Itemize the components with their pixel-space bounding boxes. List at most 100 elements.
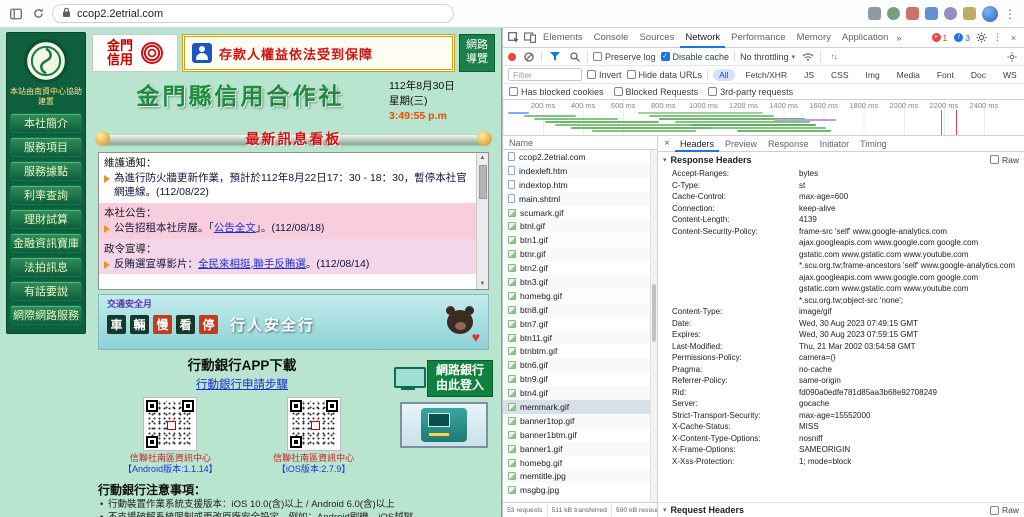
extension-icon-6[interactable] bbox=[963, 7, 976, 20]
extension-icon-2[interactable] bbox=[887, 7, 900, 20]
extension-icon-4[interactable] bbox=[925, 7, 938, 20]
issues-count-badge[interactable]: 3 bbox=[954, 33, 970, 43]
request-row[interactable]: btnbtm.gif bbox=[503, 344, 657, 358]
request-row[interactable]: memtitle.jpg bbox=[503, 469, 657, 484]
resource-type-filter[interactable]: JS bbox=[798, 69, 820, 81]
sidebar-nav-item[interactable]: 金融資訊寶庫 bbox=[10, 233, 82, 253]
network-filter-input[interactable] bbox=[508, 68, 582, 81]
detail-tab[interactable]: Headers bbox=[675, 136, 719, 152]
request-row[interactable]: btnl.gif bbox=[503, 219, 657, 234]
request-row[interactable]: scumark.gif bbox=[503, 206, 657, 220]
devtools-tab[interactable]: Memory bbox=[792, 28, 836, 48]
devtools-tab[interactable]: Console bbox=[589, 28, 634, 48]
news-scrollbar[interactable]: ▲ ▼ bbox=[476, 152, 488, 289]
detail-tab[interactable]: Response bbox=[763, 136, 814, 152]
request-headers-section[interactable]: ▾ Request Headers Raw bbox=[658, 502, 1024, 517]
deposit-protection-banner[interactable]: 存款人權益依法受到保障 bbox=[182, 34, 455, 72]
sidebar-nav-item[interactable]: 法拍訊息 bbox=[10, 257, 82, 277]
network-filter-checkbox[interactable]: Has blocked cookies bbox=[509, 87, 604, 97]
scroll-thumb[interactable] bbox=[478, 164, 487, 199]
resource-type-filter[interactable]: Fetch/XHR bbox=[740, 69, 794, 81]
raw-request-toggle[interactable]: Raw bbox=[989, 505, 1019, 515]
network-filter-checkbox[interactable]: 3rd-party requests bbox=[708, 87, 793, 97]
filter-funnel-icon[interactable] bbox=[547, 50, 562, 64]
search-icon[interactable] bbox=[567, 50, 582, 64]
more-tabs-icon[interactable]: » bbox=[894, 33, 903, 43]
device-toolbar-icon[interactable] bbox=[522, 31, 537, 45]
request-row[interactable]: btn2.gif bbox=[503, 261, 657, 275]
import-export-har-icon[interactable]: ↑↓ bbox=[826, 50, 841, 64]
raw-response-toggle[interactable]: Raw bbox=[989, 155, 1019, 165]
sidebar-nav-item[interactable]: 有話要說 bbox=[10, 281, 82, 301]
detail-tab[interactable]: Preview bbox=[720, 136, 762, 152]
request-row[interactable]: msgbg.jpg bbox=[503, 483, 657, 497]
invert-checkbox[interactable]: Invert bbox=[587, 70, 622, 80]
error-count-badge[interactable]: 1 bbox=[931, 33, 947, 43]
request-row[interactable]: btn1.gif bbox=[503, 233, 657, 247]
sidebar-nav-item[interactable]: 理財試算 bbox=[10, 209, 82, 229]
resource-type-filter[interactable]: All bbox=[713, 68, 735, 81]
devtools-tab[interactable]: Application bbox=[837, 28, 893, 48]
devtools-tab[interactable]: Network bbox=[680, 28, 725, 48]
request-row[interactable]: indextop.htm bbox=[503, 178, 657, 192]
sidebar-nav-item[interactable]: 服務項目 bbox=[10, 137, 82, 157]
resource-type-filter[interactable]: Media bbox=[891, 69, 926, 81]
news-link[interactable]: 公告全文 bbox=[214, 222, 256, 234]
request-row[interactable]: ccop2.2etrial.com bbox=[503, 150, 657, 164]
record-button[interactable] bbox=[508, 52, 516, 61]
request-row[interactable]: btn3.gif bbox=[503, 275, 657, 289]
devtools-tab[interactable]: Performance bbox=[726, 28, 790, 48]
settings-gear-icon[interactable] bbox=[974, 31, 989, 45]
extension-icon-1[interactable] bbox=[868, 7, 881, 20]
detail-tab[interactable]: Initiator bbox=[815, 136, 855, 152]
request-row[interactable]: btn4.gif bbox=[503, 386, 657, 401]
disable-cache-checkbox[interactable]: Disable cache bbox=[660, 52, 729, 62]
news-link[interactable]: 全民來相挺,聯手反賄選 bbox=[198, 258, 306, 270]
sidebar-nav-item[interactable]: 網際網路服務 bbox=[10, 305, 82, 325]
resource-type-filter[interactable]: Img bbox=[860, 69, 886, 81]
request-row[interactable]: btnr.gif bbox=[503, 247, 657, 262]
preserve-log-checkbox[interactable]: Preserve log bbox=[593, 52, 656, 62]
clear-icon[interactable] bbox=[521, 50, 536, 64]
site-logo[interactable] bbox=[23, 38, 69, 84]
network-settings-gear-icon[interactable] bbox=[1004, 50, 1019, 64]
sidebar-nav-item[interactable]: 服務據點 bbox=[10, 161, 82, 181]
resource-type-filter[interactable]: Font bbox=[931, 69, 960, 81]
request-row[interactable]: btn9.gif bbox=[503, 372, 657, 386]
sidebar-nav-item[interactable]: 利率查詢 bbox=[10, 185, 82, 205]
request-row[interactable]: memmark.gif bbox=[503, 400, 657, 414]
request-row[interactable]: banner1btm.gif bbox=[503, 428, 657, 442]
request-row[interactable]: btn8.gif bbox=[503, 302, 657, 317]
request-row[interactable]: btn11.gif bbox=[503, 330, 657, 345]
address-bar[interactable]: ccop2.2etrial.com bbox=[52, 4, 454, 23]
resource-type-filter[interactable]: WS bbox=[997, 69, 1023, 81]
site-map-button[interactable]: 網路導覽 bbox=[459, 34, 495, 72]
ebank-login-button[interactable]: 網路銀行 由此登入 bbox=[393, 359, 493, 397]
name-column-header[interactable]: Name bbox=[503, 136, 657, 150]
request-row[interactable]: homebg.gif bbox=[503, 456, 657, 470]
detail-tab[interactable]: Timing bbox=[855, 136, 892, 152]
inspect-icon[interactable] bbox=[506, 31, 521, 45]
request-row[interactable]: homebg.gif bbox=[503, 289, 657, 303]
devtools-close-icon[interactable]: × bbox=[1006, 31, 1021, 45]
extension-icon-3[interactable] bbox=[906, 7, 919, 20]
resource-type-filter[interactable]: CSS bbox=[825, 69, 854, 81]
scroll-up-icon[interactable]: ▲ bbox=[480, 153, 486, 163]
sidebar-nav-item[interactable]: 本社簡介 bbox=[10, 113, 82, 133]
scroll-down-icon[interactable]: ▼ bbox=[480, 279, 486, 289]
network-overview[interactable]: 200 ms 400 ms 600 ms 800 ms 1000 ms 1200 ms 14… bbox=[503, 100, 1024, 136]
resource-type-filter[interactable]: Doc bbox=[965, 69, 992, 81]
side-panel-icon[interactable] bbox=[8, 6, 24, 22]
profile-avatar[interactable] bbox=[982, 5, 998, 22]
reload-icon[interactable] bbox=[30, 6, 46, 22]
devtools-menu-icon[interactable]: ⋮ bbox=[990, 31, 1005, 45]
request-row[interactable]: btn6.gif bbox=[503, 358, 657, 373]
devtools-tab[interactable]: Elements bbox=[538, 28, 588, 48]
network-conditions-icon[interactable] bbox=[800, 50, 815, 64]
request-row[interactable]: banner1top.gif bbox=[503, 413, 657, 428]
requests-scrollbar[interactable] bbox=[650, 150, 657, 502]
hide-data-urls-checkbox[interactable]: Hide data URLs bbox=[626, 70, 702, 80]
request-row[interactable]: indexleft.htm bbox=[503, 163, 657, 178]
extension-icon-5[interactable] bbox=[944, 7, 957, 20]
app-apply-link[interactable]: 行動銀行申請步驟 bbox=[196, 376, 288, 392]
